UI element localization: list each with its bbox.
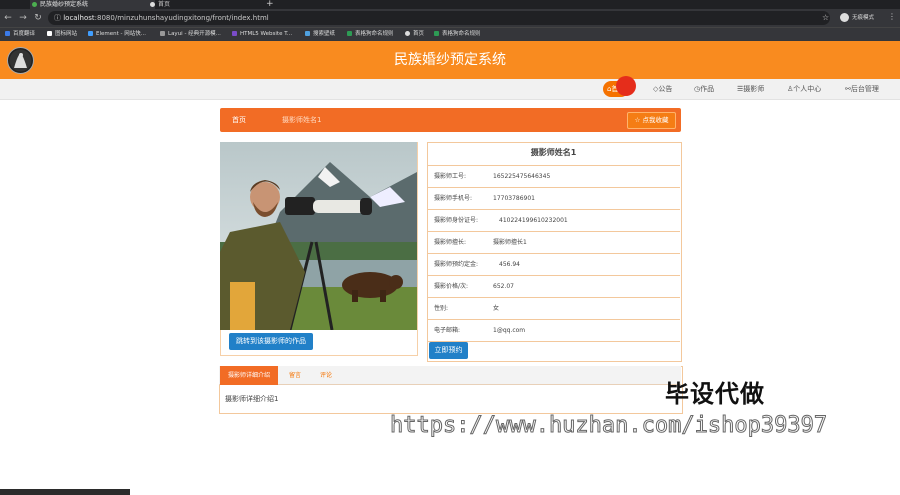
new-tab-button[interactable]: + bbox=[266, 0, 274, 9]
nav-admin[interactable]: ⚯后台管理 bbox=[845, 79, 879, 99]
book-now-button[interactable]: 立即预约 bbox=[429, 342, 468, 359]
sheet-icon bbox=[347, 31, 352, 36]
bookmark-icon bbox=[47, 31, 52, 36]
tab-comments[interactable]: 评论 bbox=[320, 366, 332, 385]
layui-icon bbox=[160, 31, 165, 36]
nav-notice[interactable]: ◇公告 bbox=[653, 79, 672, 99]
bookmark-item[interactable]: Element - 网站快... bbox=[88, 27, 146, 41]
breadcrumb-current: 摄影师姓名1 bbox=[282, 116, 322, 124]
reload-icon[interactable]: ↻ bbox=[33, 9, 43, 27]
back-arrow-icon[interactable]: ← bbox=[3, 9, 13, 27]
info-row: 摄影师预约定金: 456.94 bbox=[427, 253, 680, 275]
browser-tab-active[interactable]: 民族婚纱预定系统 bbox=[30, 0, 155, 9]
bookmark-item[interactable]: 百度翻译 bbox=[5, 27, 35, 41]
bookmark-item[interactable]: HTML5 Website T... bbox=[232, 27, 292, 41]
bookmark-star-icon[interactable]: ☆ bbox=[822, 13, 829, 22]
incognito-icon bbox=[840, 13, 849, 22]
bookmark-item[interactable]: 首页 bbox=[405, 27, 424, 41]
wallpaper-icon bbox=[305, 31, 310, 36]
info-row: 摄影师手机号: 17703786901 bbox=[427, 187, 680, 209]
vue-favicon-icon bbox=[32, 2, 37, 7]
favorite-button[interactable]: ☆ 点我收藏 bbox=[627, 112, 676, 129]
element-icon bbox=[88, 31, 93, 36]
tab-intro[interactable]: 摄影师详细介绍 bbox=[220, 366, 278, 385]
tab-messages[interactable]: 留言 bbox=[289, 366, 301, 385]
menu-dots-icon[interactable]: ⋮ bbox=[888, 12, 896, 21]
sheet-icon bbox=[434, 31, 439, 36]
nav-photographer[interactable]: ☰摄影师 bbox=[737, 79, 764, 99]
info-row: 电子邮箱: 1@qq.com bbox=[427, 319, 680, 341]
apps-icon bbox=[5, 31, 10, 36]
bookmark-item[interactable]: 表格狗命名规则 bbox=[347, 27, 394, 41]
tab-content: 摄影师详细介绍1 bbox=[225, 395, 279, 403]
site-title: 民族婚纱预定系统 bbox=[394, 52, 506, 68]
info-row: 摄影师擅长: 摄影师擅长1 bbox=[427, 231, 680, 253]
status-bar bbox=[0, 489, 130, 495]
photographer-photo bbox=[220, 142, 417, 330]
globe-icon bbox=[405, 31, 410, 36]
info-icon: ⓘ bbox=[54, 14, 61, 22]
bookmark-item[interactable]: 图标网站 bbox=[47, 27, 77, 41]
watermark-text: 毕设代做 bbox=[665, 380, 765, 408]
photographer-name: 摄影师姓名1 bbox=[530, 148, 577, 157]
breadcrumb-home[interactable]: 首页 bbox=[232, 108, 246, 132]
nav-bar bbox=[0, 79, 900, 100]
address-bar[interactable]: ⓘ localhost:8080/minzuhunshayudingxitong… bbox=[48, 11, 830, 25]
bookmark-item[interactable]: 搜索壁纸 bbox=[305, 27, 335, 41]
nav-user-center[interactable]: ♙个人中心 bbox=[787, 79, 821, 99]
profile-label[interactable]: 无痕模式 bbox=[852, 13, 874, 23]
view-works-button[interactable]: 跳转到该摄影师的作品 bbox=[229, 333, 313, 350]
nav-works[interactable]: ◷作品 bbox=[694, 79, 714, 99]
browser-tab-home[interactable]: 首页 bbox=[148, 0, 268, 9]
forward-arrow-icon[interactable]: → bbox=[18, 9, 28, 27]
globe-favicon-icon bbox=[150, 2, 155, 7]
mouse-cursor-highlight bbox=[616, 76, 636, 96]
info-row: 性别: 女 bbox=[427, 297, 680, 319]
watermark-url: https://www.huzhan.com/ishop39397 bbox=[389, 413, 828, 439]
bookmark-item[interactable]: 表格狗命名规则 bbox=[434, 27, 481, 41]
info-row: 摄影师身份证号: 410224199610232001 bbox=[427, 209, 680, 231]
bookmark-item[interactable]: Layui - 经典开源模... bbox=[160, 27, 221, 41]
info-row: 摄影价格/次: 652.07 bbox=[427, 275, 680, 297]
html5-icon bbox=[232, 31, 237, 36]
info-row: 摄影师工号: 165225475646345 bbox=[427, 165, 680, 187]
